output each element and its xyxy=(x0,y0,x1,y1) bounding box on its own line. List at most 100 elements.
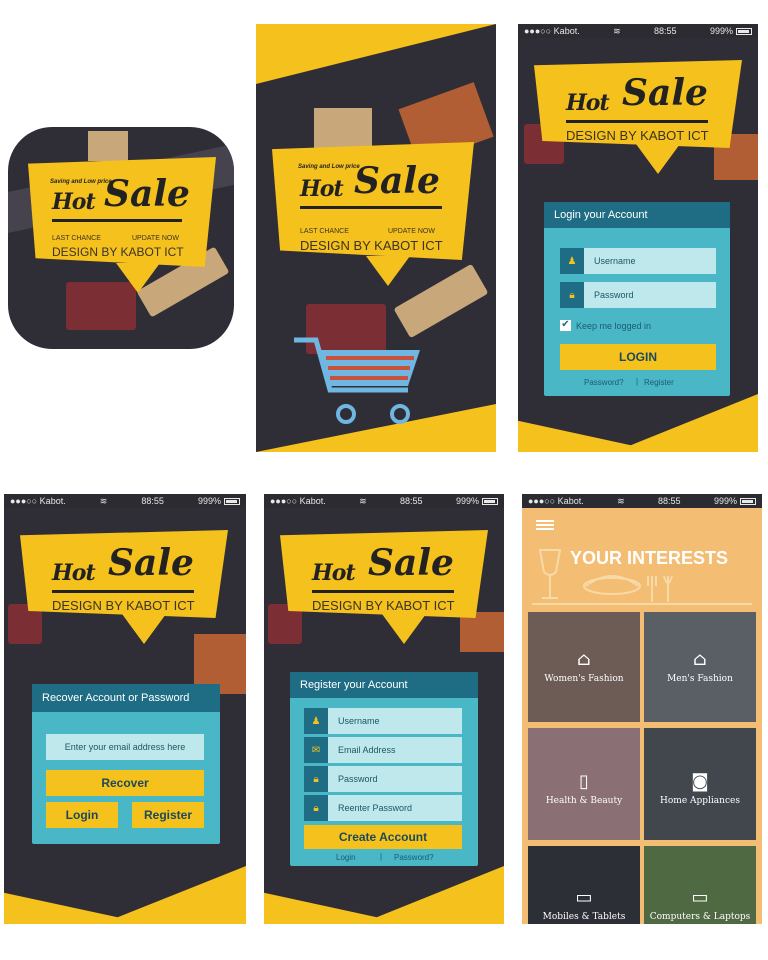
username-field[interactable]: ♟ Username xyxy=(304,708,462,734)
design-credit: DESIGN BY KABOT ICT xyxy=(566,128,709,143)
category-label: Mobiles & Tablets xyxy=(542,912,626,922)
keep-logged-in-label: Keep me logged in xyxy=(576,321,652,331)
category-label: Computers & Laptops xyxy=(649,912,751,922)
app-icon: Saving and Low price Hot Sale LAST CHANC… xyxy=(8,127,234,349)
email-placeholder: Email Address xyxy=(338,745,396,755)
category-label: Home Appliances xyxy=(660,796,740,806)
category-label: Men's Fashion xyxy=(667,674,733,684)
login-button[interactable]: LOGIN xyxy=(560,344,716,370)
battery-icon xyxy=(481,498,498,506)
lipstick-icon: ▯ xyxy=(579,771,589,792)
banner-tail xyxy=(636,144,680,174)
forgot-password-link[interactable]: Password? xyxy=(394,853,434,862)
register-link[interactable]: Register xyxy=(644,378,674,387)
password-field[interactable]: 🔒︎ Password xyxy=(560,282,716,308)
recover-form: Recover Account or Password Enter your e… xyxy=(32,684,220,844)
last-chance-text: LAST CHANCE xyxy=(300,228,349,235)
decor-top-triangle xyxy=(256,24,496,84)
username-placeholder: Username xyxy=(338,716,380,726)
carrier-label: ●●●○○ Kabot. xyxy=(270,496,326,506)
recover-button[interactable]: Recover xyxy=(46,770,204,796)
design-credit: DESIGN BY KABOT ICT xyxy=(52,598,195,613)
register-form-title: Register your Account xyxy=(290,672,478,698)
menu-icon[interactable] xyxy=(536,520,554,530)
design-credit: DESIGN BY KABOT ICT xyxy=(52,245,184,259)
password-field[interactable]: 🔒︎ Password xyxy=(304,766,462,792)
interests-screen: ●●●○○ Kabot. ≋ 88:55 999% YOUR INTERESTS… xyxy=(522,494,762,924)
link-separator: | xyxy=(636,377,639,386)
interests-title: YOUR INTERESTS xyxy=(570,548,729,568)
shopping-cart-icon xyxy=(294,337,420,424)
login-form: Login your Account ♟ Username 🔒︎ Password … xyxy=(544,202,730,396)
banner-underline xyxy=(312,590,454,593)
wifi-icon: ≋ xyxy=(99,495,108,506)
clock: 88:55 xyxy=(654,26,677,36)
battery-icon xyxy=(735,28,752,36)
login-link[interactable]: Login xyxy=(336,853,356,862)
category-computers-laptops[interactable]: ▭ Computers & Laptops xyxy=(644,846,756,924)
category-womens-fashion[interactable]: ⌂ Women's Fashion xyxy=(528,612,640,722)
hot-text: Hot xyxy=(312,560,356,586)
username-field[interactable]: ♟ Username xyxy=(560,248,716,274)
status-bar: ●●●○○ Kabot. ≋ 88:55 999% xyxy=(264,494,504,508)
clock: 88:55 xyxy=(400,496,423,506)
sale-text: Sale xyxy=(104,173,190,215)
carrier-label: ●●●○○ Kabot. xyxy=(10,496,66,506)
register-screen: ●●●○○ Kabot. ≋ 88:55 999% Hot Sale DESIG… xyxy=(264,494,504,924)
user-icon: ♟ xyxy=(304,708,328,734)
hanger-icon: ⌂ xyxy=(577,649,591,670)
category-mobiles-tablets[interactable]: ▭ Mobiles & Tablets xyxy=(528,846,640,924)
banner-underline xyxy=(300,206,442,209)
banner-tagline: Saving and Low price xyxy=(298,164,360,170)
banner-underline xyxy=(52,219,182,222)
last-chance-text: LAST CHANCE xyxy=(52,235,101,242)
clock: 88:55 xyxy=(658,496,681,506)
sale-text: Sale xyxy=(622,72,708,114)
login-button[interactable]: Login xyxy=(46,802,118,828)
keep-logged-in-checkbox[interactable]: ✔ xyxy=(560,320,571,331)
update-now-text: UPDATE NOW xyxy=(388,228,435,235)
create-account-button[interactable]: Create Account xyxy=(304,825,462,849)
hot-text: Hot xyxy=(566,90,610,116)
carrier-label: ●●●○○ Kabot. xyxy=(524,26,580,36)
banner-tail xyxy=(366,256,410,286)
decor-bag xyxy=(88,131,128,161)
forgot-password-link[interactable]: Password? xyxy=(584,378,624,387)
banner-tail xyxy=(122,614,166,644)
email-placeholder: Enter your email address here xyxy=(64,742,186,752)
hanger-icon: ⌂ xyxy=(693,649,707,670)
sale-text: Sale xyxy=(354,160,440,202)
splash-screen: Saving and Low price Hot Sale LAST CHANC… xyxy=(256,24,496,452)
category-health-beauty[interactable]: ▯ Health & Beauty xyxy=(528,728,640,840)
email-field[interactable]: Enter your email address here xyxy=(46,734,204,760)
email-field[interactable]: ✉ Email Address xyxy=(304,737,462,763)
clock: 88:55 xyxy=(141,496,164,506)
banner-tail xyxy=(116,263,160,293)
register-form: Register your Account ♟ Username ✉ Email A… xyxy=(290,672,478,866)
wifi-icon: ≋ xyxy=(359,495,367,506)
hot-text: Hot xyxy=(52,560,96,586)
design-credit: DESIGN BY KABOT ICT xyxy=(312,598,455,613)
category-home-appliances[interactable]: ◙ Home Appliances xyxy=(644,728,756,840)
banner-tagline: Saving and Low price xyxy=(50,179,112,185)
wifi-icon: ≋ xyxy=(617,495,625,506)
sale-text: Sale xyxy=(368,542,454,584)
hot-text: Hot xyxy=(300,176,344,202)
username-placeholder: Username xyxy=(594,256,636,266)
reenter-password-field[interactable]: 🔒︎ Reenter Password xyxy=(304,795,462,821)
banner-underline xyxy=(566,120,708,123)
reenter-password-placeholder: Reenter Password xyxy=(338,803,413,813)
carrier-label: ●●●○○ Kabot. xyxy=(528,496,584,506)
banner-tail xyxy=(382,614,426,644)
login-screen: ●●●○○ Kabot. ≋ 88:55 999% Hot Sale DESIG… xyxy=(518,24,758,452)
hot-text: Hot xyxy=(52,189,96,215)
user-icon: ♟ xyxy=(560,248,584,274)
lock-icon: 🔒︎ xyxy=(560,282,584,308)
register-button[interactable]: Register xyxy=(132,802,204,828)
login-form-title: Login your Account xyxy=(544,202,730,228)
sale-text: Sale xyxy=(108,542,194,584)
update-now-text: UPDATE NOW xyxy=(132,235,179,242)
mobile-phone-icon: ▭ xyxy=(575,887,593,908)
wifi-icon: ≋ xyxy=(613,25,621,36)
category-mens-fashion[interactable]: ⌂ Men's Fashion xyxy=(644,612,756,722)
